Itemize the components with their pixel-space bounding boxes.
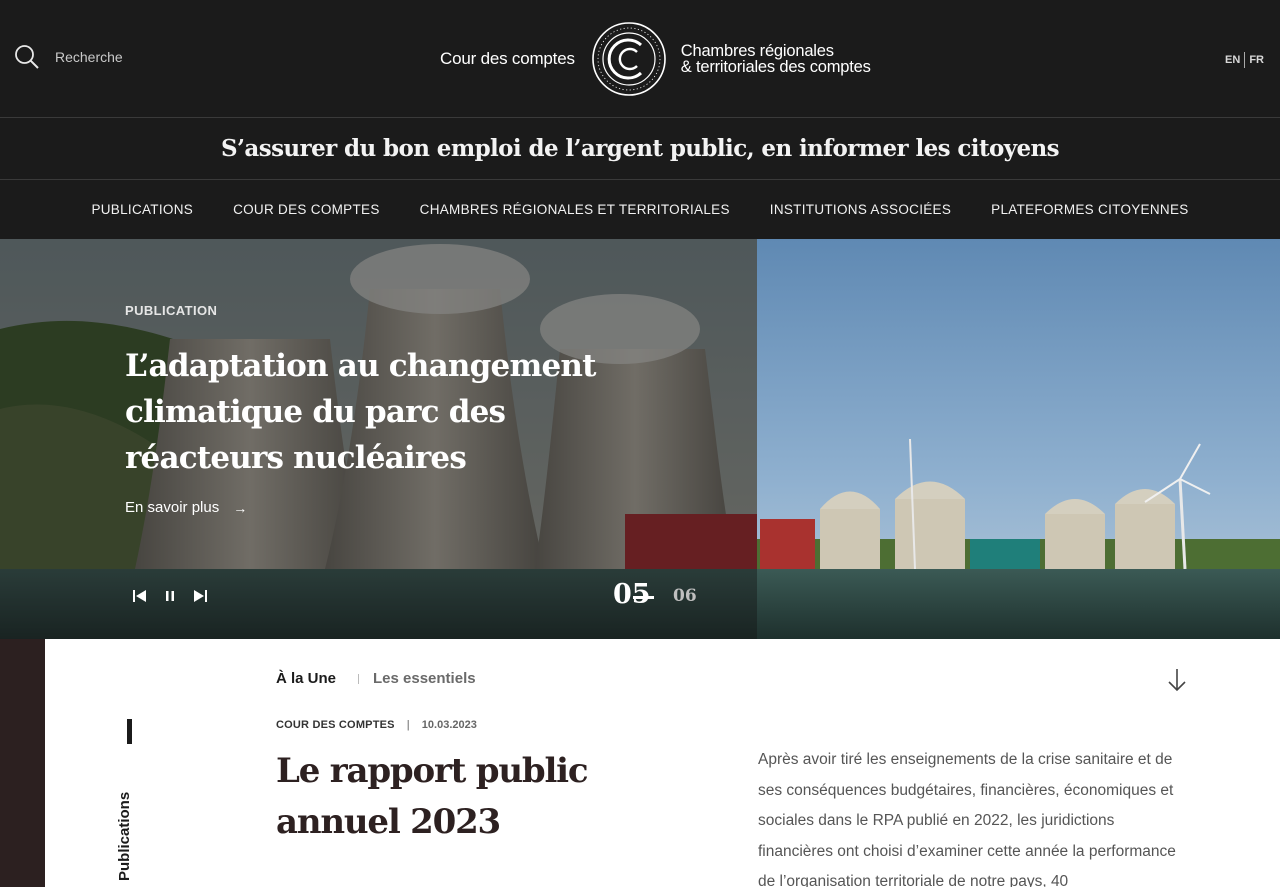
skip-previous-icon [133, 590, 146, 602]
hero-slider: PUBLICATION L’adaptation au changement c… [0, 239, 1280, 639]
section-marker [127, 719, 132, 744]
hero-read-more-label: En savoir plus [125, 499, 220, 516]
tab-a-la-une[interactable]: À la Une [276, 670, 336, 687]
brand-name-left: Cour des comptes [440, 49, 575, 68]
current-slide-number: 05 [613, 579, 651, 610]
next-slide-number[interactable]: 06 [673, 586, 697, 606]
pause-button[interactable] [162, 588, 178, 604]
main-navigation: PUBLICATIONS COUR DES COMPTES CHAMBRES R… [0, 180, 1280, 239]
language-switcher: EN FR [1225, 52, 1264, 68]
side-panel [0, 639, 45, 887]
hero-category: PUBLICATION [125, 303, 218, 318]
hero-title[interactable]: L’adaptation au changement climatique du… [125, 343, 645, 481]
article-category[interactable]: COUR DES COMPTES [276, 719, 395, 731]
tagline-band: S’assurer du bon emploi de l’argent publ… [0, 118, 1280, 180]
lang-divider [1244, 52, 1246, 68]
section-vertical-label: Publications [116, 791, 133, 881]
lang-en-link[interactable]: EN [1225, 54, 1240, 66]
site-logo[interactable]: Cour des comptes Chambres régionales & t… [440, 20, 871, 98]
arrow-down-icon[interactable] [1166, 668, 1188, 692]
slider-controls [132, 588, 208, 604]
article-date: 10.03.2023 [421, 719, 477, 731]
slide-progress-bar [633, 596, 654, 599]
top-header: Recherche Cour des comptes Chambres régi… [0, 0, 1280, 118]
article-meta: COUR DES COMPTES | 10.03.2023 [276, 719, 477, 731]
next-slide-button[interactable] [192, 588, 208, 604]
nav-item-publications[interactable]: PUBLICATIONS [91, 202, 193, 217]
article-title[interactable]: Le rapport public annuel 2023 [276, 746, 716, 848]
arrow-right-icon: → [233, 499, 248, 516]
section-tabs: À la Une Les essentiels [276, 670, 476, 687]
seal-logo-icon [591, 22, 666, 96]
search-box[interactable]: Recherche [14, 44, 123, 70]
search-icon[interactable] [14, 44, 40, 70]
meta-divider: | [406, 719, 410, 731]
tab-les-essentiels[interactable]: Les essentiels [373, 670, 476, 687]
lang-fr-link[interactable]: FR [1249, 54, 1264, 66]
previous-slide-button[interactable] [132, 588, 148, 604]
nav-item-institutions-associees[interactable]: INSTITUTIONS ASSOCIÉES [770, 202, 951, 217]
nav-item-chambres-regionales[interactable]: CHAMBRES RÉGIONALES ET TERRITORIALES [420, 202, 730, 217]
tab-divider [358, 673, 360, 684]
pause-icon [166, 591, 174, 601]
skip-next-icon [194, 590, 207, 602]
brand-right-line2: & territoriales des comptes [680, 58, 871, 76]
nav-item-cour-des-comptes[interactable]: COUR DES COMPTES [233, 202, 380, 217]
hero-read-more-link[interactable]: En savoir plus → [125, 499, 247, 516]
search-input[interactable]: Recherche [55, 49, 123, 65]
brand-name-right: Chambres régionales & territoriales des … [680, 42, 871, 76]
brand-right-line1: Chambres régionales [680, 42, 834, 60]
nav-item-plateformes-citoyennes[interactable]: PLATEFORMES CITOYENNES [991, 202, 1188, 217]
site-tagline: S’assurer du bon emploi de l’argent publ… [221, 135, 1060, 162]
article-summary: Après avoir tiré les enseignements de la… [758, 751, 1176, 887]
